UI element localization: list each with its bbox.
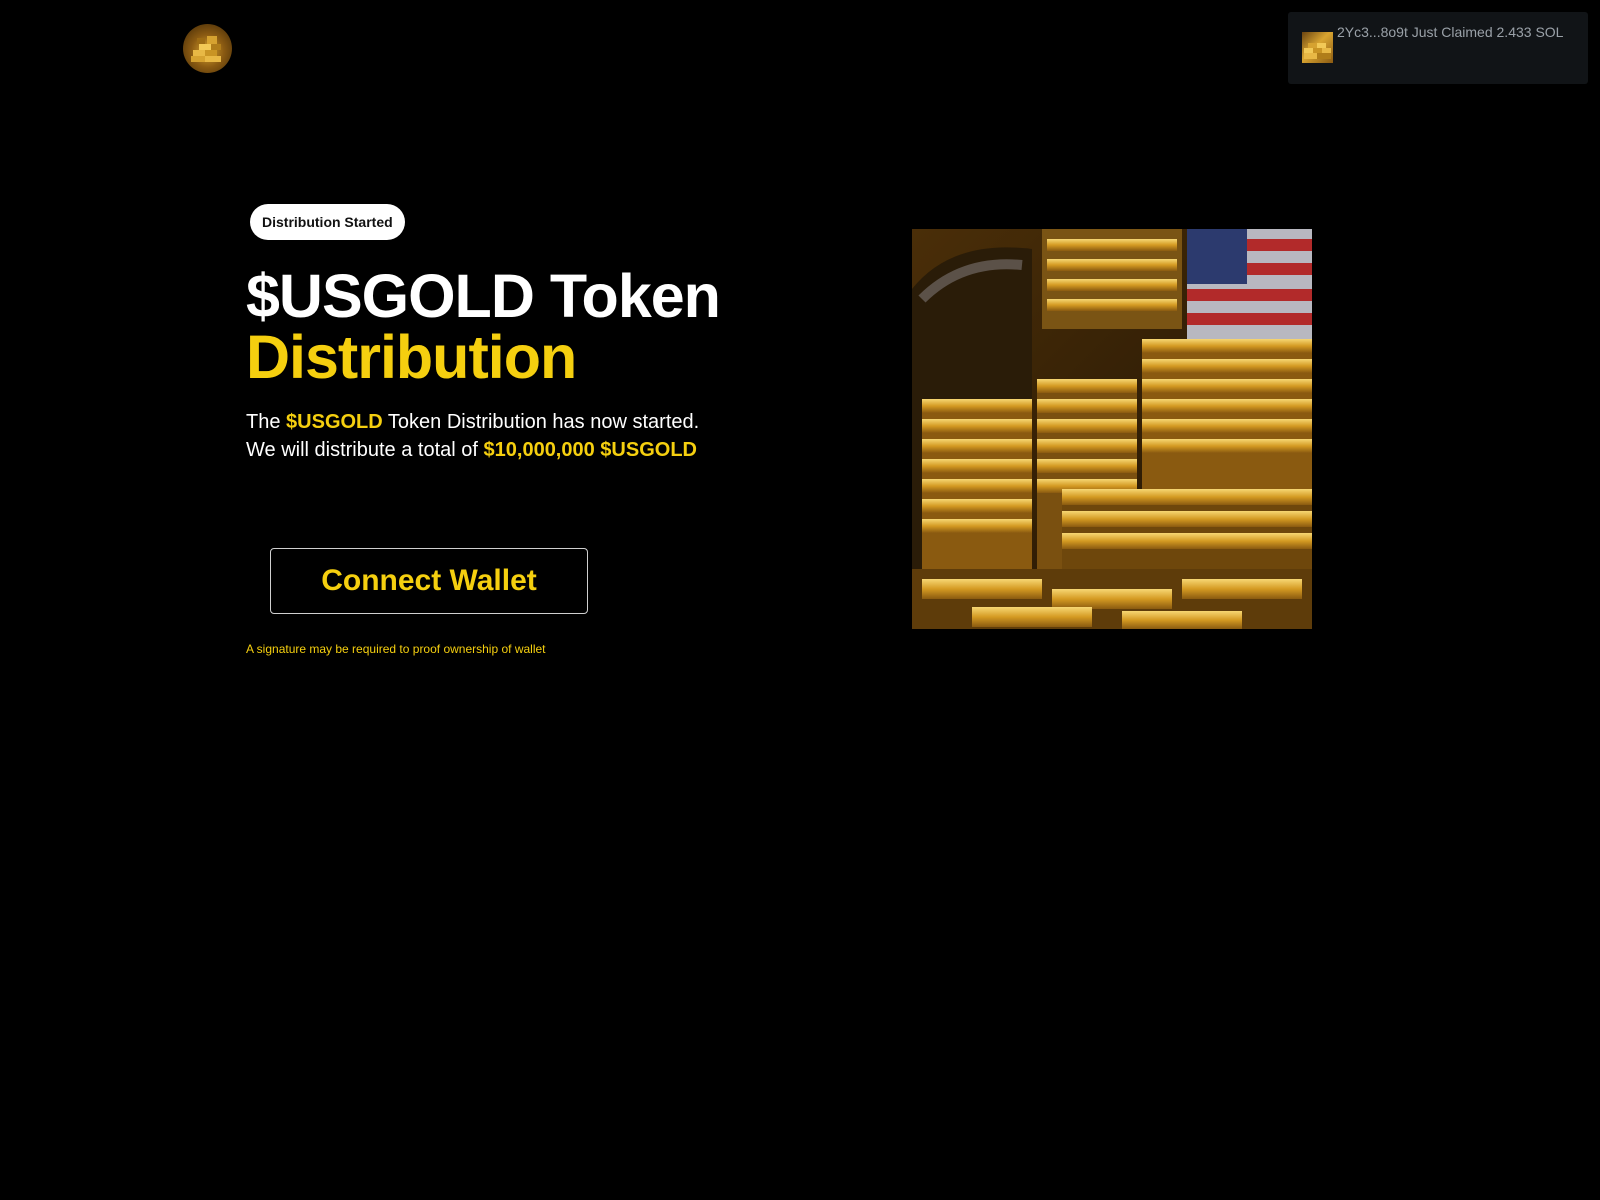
toast-message: 2Yc3...8o9t Just Claimed 2.433 SOL	[1337, 24, 1564, 40]
page-title: $USGOLD Token Distribution	[246, 262, 721, 391]
description-line-1: The $USGOLD Token Distribution has now s…	[246, 408, 699, 436]
hero-description: The $USGOLD Token Distribution has now s…	[246, 408, 699, 464]
desc-amount: $10,000,000 $USGOLD	[483, 439, 697, 461]
desc-line2-prefix: We will distribute a total of	[246, 439, 484, 461]
description-line-2: We will distribute a total of $10,000,00…	[246, 436, 699, 464]
desc-suffix: Token Distribution has now started.	[382, 411, 700, 433]
desc-token: $USGOLD	[286, 411, 383, 433]
page: 2Yc3...8o9t Just Claimed 2.433 SOL Distr…	[0, 0, 1600, 1200]
connect-wallet-button[interactable]: Connect Wallet	[270, 548, 588, 614]
gold-bars-logo-icon[interactable]	[183, 24, 232, 73]
status-badge: Distribution Started	[250, 204, 405, 240]
title-line-2: Distribution	[246, 323, 577, 391]
claim-toast: 2Yc3...8o9t Just Claimed 2.433 SOL	[1288, 12, 1588, 84]
title-line-1: $USGOLD Token	[246, 262, 721, 330]
gold-vault-american-flag-image	[912, 229, 1312, 629]
desc-prefix: The	[246, 411, 287, 433]
signature-note: A signature may be required to proof own…	[246, 642, 546, 656]
gold-bars-thumbnail-icon	[1302, 32, 1333, 63]
